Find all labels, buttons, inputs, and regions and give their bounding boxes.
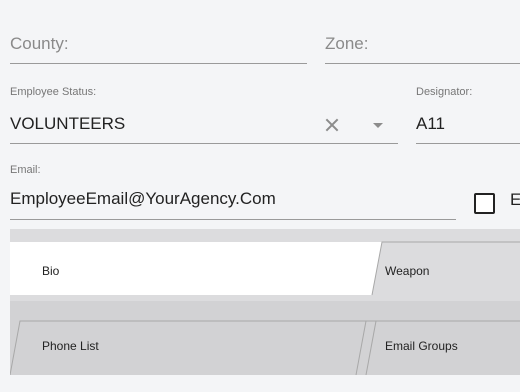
designator-field[interactable]: Designator: A11 bbox=[416, 80, 520, 144]
zone-field[interactable]: Zone: bbox=[325, 28, 520, 64]
tab-phone-list[interactable]: Phone List bbox=[42, 339, 99, 353]
county-placeholder: County: bbox=[10, 34, 69, 53]
checkbox-icon[interactable] bbox=[474, 193, 495, 214]
checkbox-label: E bbox=[510, 190, 520, 209]
close-icon[interactable] bbox=[324, 117, 340, 133]
tab-weapon[interactable]: Weapon bbox=[385, 264, 429, 278]
employee-status-value: VOLUNTEERS bbox=[10, 114, 126, 133]
email-value: EmployeeEmail@YourAgency.Com bbox=[10, 189, 276, 208]
designator-underline bbox=[416, 143, 520, 144]
employee-status-label: Employee Status: bbox=[10, 86, 97, 98]
email-field[interactable]: Email: EmployeeEmail@YourAgency.Com bbox=[10, 158, 456, 220]
tab-strip: Bio Weapon Phone List Email Groups bbox=[0, 229, 520, 392]
tab-bottom-strip bbox=[0, 375, 520, 392]
chevron-down-icon[interactable] bbox=[373, 123, 383, 128]
employee-status-select[interactable]: Employee Status: VOLUNTEERS bbox=[10, 80, 398, 144]
tab-email-groups[interactable]: Email Groups bbox=[385, 339, 458, 353]
designator-label: Designator: bbox=[416, 86, 473, 98]
designator-value: A11 bbox=[416, 114, 445, 133]
tab-bio[interactable]: Bio bbox=[42, 264, 59, 278]
tab-bio-shape bbox=[10, 242, 382, 295]
email-label: Email: bbox=[10, 164, 41, 176]
tab-shapes bbox=[10, 241, 520, 376]
email-underline bbox=[10, 219, 456, 220]
county-field[interactable]: County: bbox=[10, 28, 307, 64]
zone-underline bbox=[325, 63, 520, 64]
zone-placeholder: Zone: bbox=[325, 34, 369, 53]
county-underline bbox=[10, 63, 307, 64]
employee-status-underline bbox=[10, 143, 398, 144]
